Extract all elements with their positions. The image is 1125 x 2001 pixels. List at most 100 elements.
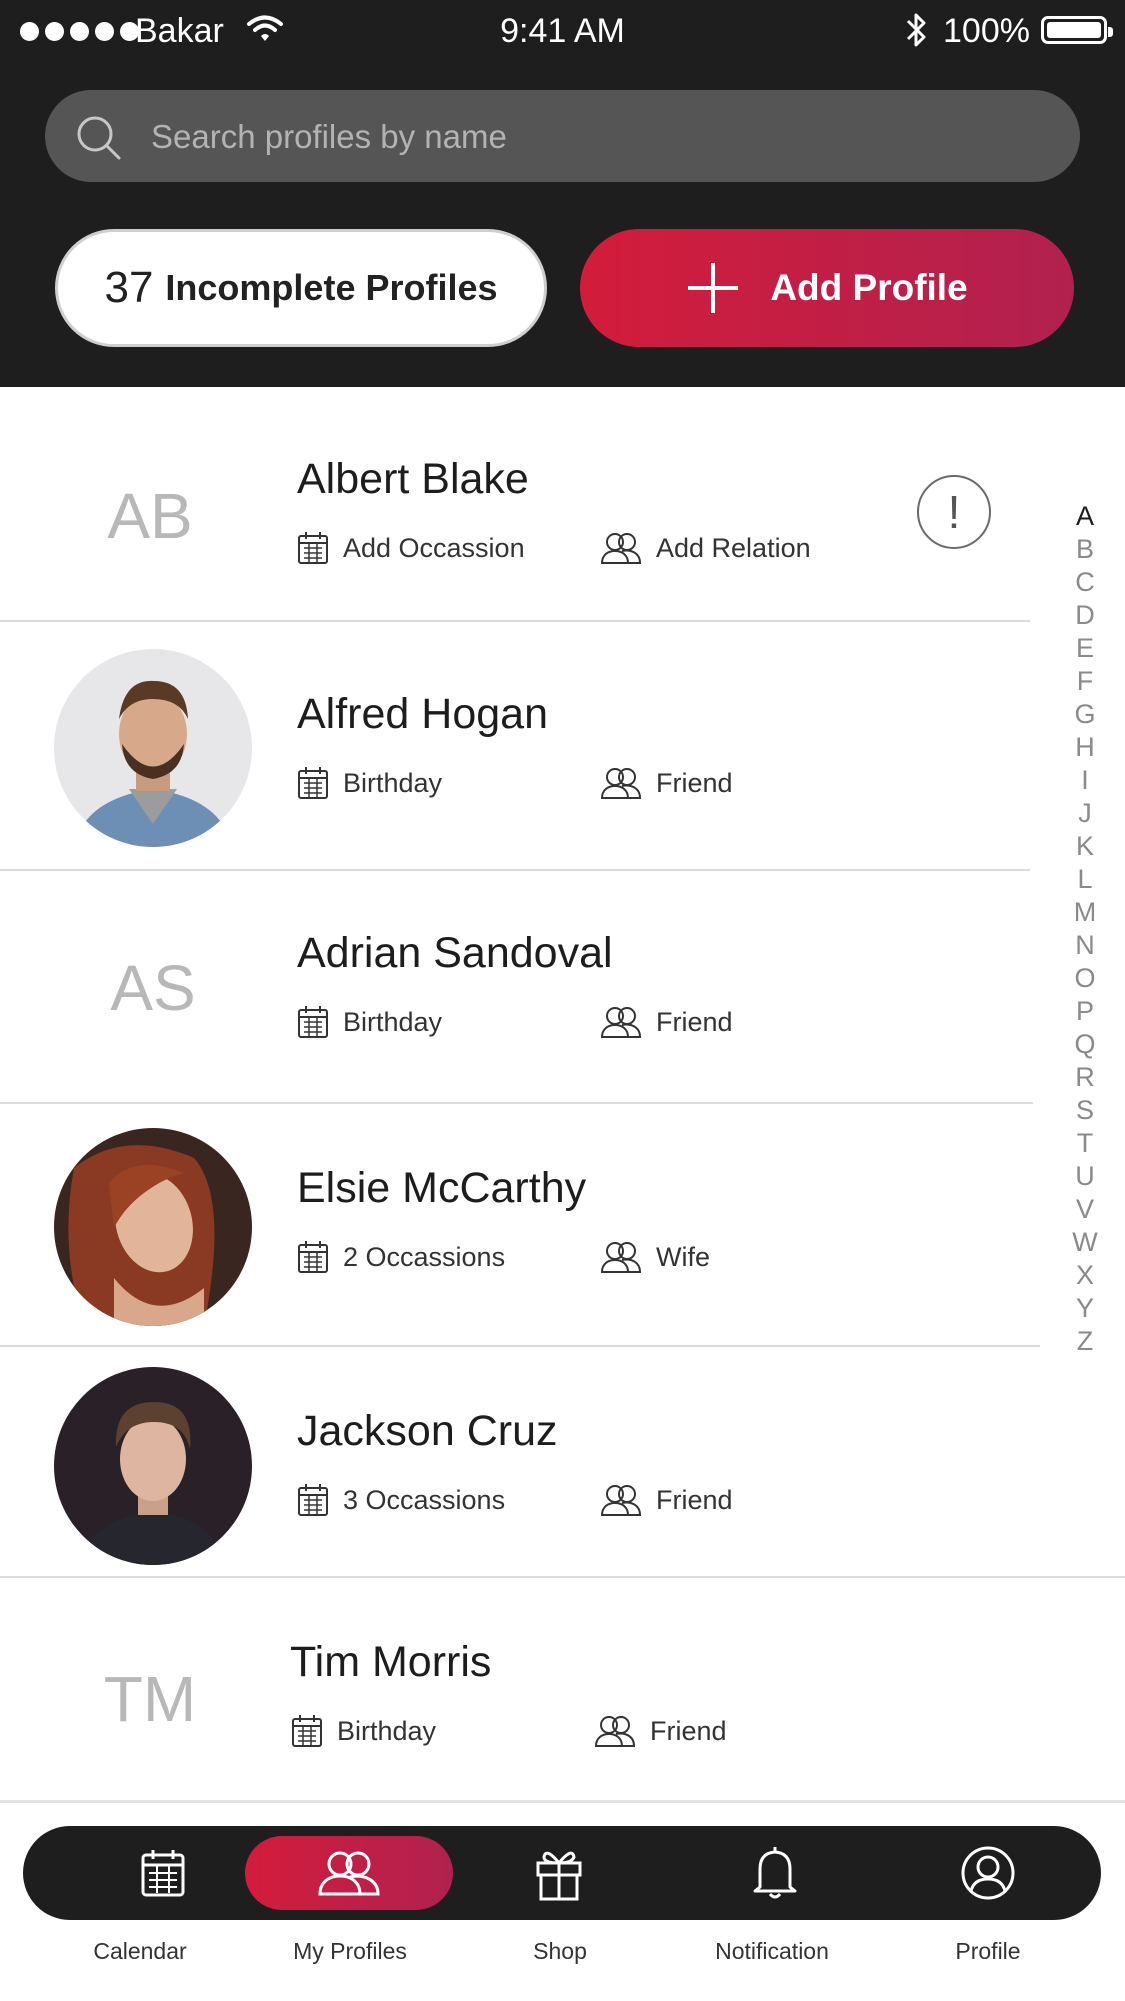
alphabet-letter[interactable]: Y [1070,1292,1100,1325]
occasion-info[interactable]: Birthday [291,1714,436,1748]
alphabet-letter[interactable]: L [1070,863,1100,896]
tab-label-shop[interactable]: Shop [460,1938,660,1965]
profile-name: Jackson Cruz [297,1407,558,1455]
occasion-info[interactable]: Birthday [297,1005,442,1039]
relation-info[interactable]: Add Relation [600,531,811,565]
calendar-icon [298,1484,328,1516]
profile-initials: AB [107,480,193,552]
profile-row[interactable]: AB Albert Blake Add Occassion Add Relati… [0,387,1030,621]
alphabet-letter[interactable]: U [1070,1160,1100,1193]
relation-info[interactable]: Friend [600,1483,733,1517]
profile-row[interactable]: AS Adrian Sandoval Birthday Friend [0,871,1030,1103]
occasion-info[interactable]: 3 Occassions [297,1483,505,1517]
relation-info[interactable]: Friend [594,1714,727,1748]
incomplete-profiles-button[interactable]: 37 Incomplete Profiles [55,229,547,347]
profile-name: Alfred Hogan [297,690,548,738]
relation-text: Wife [656,1241,710,1272]
calendar-icon [141,1850,185,1897]
tab-my-profiles[interactable] [245,1836,453,1910]
alphabet-letter[interactable]: P [1070,995,1100,1028]
alphabet-letter[interactable]: H [1070,731,1100,764]
battery-icon [1041,16,1113,44]
alphabet-letter[interactable]: B [1070,533,1100,566]
profile-name: Albert Blake [297,455,529,503]
tab-label-calendar[interactable]: Calendar [40,1938,240,1965]
calendar-icon [298,1006,328,1038]
tab-label-notification[interactable]: Notification [672,1938,872,1965]
tab-profile[interactable] [918,1826,1058,1920]
alphabet-letter[interactable]: O [1070,962,1100,995]
alphabet-letter[interactable]: G [1070,698,1100,731]
alphabet-letter[interactable]: A [1070,500,1100,533]
profile-row[interactable]: Alfred Hogan Birthday Friend [0,622,1030,870]
occasion-text: 3 Occassions [343,1484,506,1515]
profile-row[interactable]: Jackson Cruz 3 Occassions Friend [0,1347,1125,1577]
alphabet-letter[interactable]: E [1070,632,1100,665]
alphabet-letter[interactable]: J [1070,797,1100,830]
alphabet-letter[interactable]: C [1070,566,1100,599]
alphabet-letter[interactable]: S [1070,1094,1100,1127]
profile-name: Tim Morris [290,1638,492,1686]
search-input[interactable] [149,108,1053,166]
alphabet-letter[interactable]: F [1070,665,1100,698]
relation-info[interactable]: Friend [600,766,733,800]
alphabet-letter[interactable]: V [1070,1193,1100,1226]
relation-text: Friend [650,1715,727,1746]
relation-icon [600,1007,642,1038]
add-profile-label: Add Profile [770,267,968,308]
search-bar[interactable] [45,90,1080,182]
alphabet-letter[interactable]: Q [1070,1028,1100,1061]
alphabet-letter[interactable]: N [1070,929,1100,962]
alphabet-letter[interactable]: R [1070,1061,1100,1094]
alphabet-letter[interactable]: M [1070,896,1100,929]
relation-info[interactable]: Friend [600,1005,733,1039]
incomplete-alert-icon[interactable]: ! [917,475,991,549]
tab-label-my-profiles[interactable]: My Profiles [250,1938,450,1965]
tab-bar [23,1826,1101,1920]
occasion-info[interactable]: Add Occassion [297,531,525,565]
profile-initials: TM [103,1663,197,1735]
calendar-icon [298,1241,328,1273]
occasion-info[interactable]: 2 Occassions [297,1240,505,1274]
alphabet-letter[interactable]: Z [1070,1325,1100,1358]
calendar-icon [298,767,328,799]
relation-text: Friend [656,1006,733,1037]
status-bar: Bakar 9:41 AM 100% [0,0,1125,64]
tabbar-separator [0,1800,1125,1803]
tab-notification[interactable] [705,1826,845,1920]
relation-text: Add Relation [656,532,811,563]
profile-row[interactable]: Elsie McCarthy 2 Occassions Wife [0,1104,1040,1345]
relation-text: Friend [656,767,733,798]
avatar [54,1367,252,1565]
alphabet-index[interactable]: ABCDEFGHIJKLMNOPQRSTUVWXYZ [1070,500,1100,1358]
search-icon [77,116,121,160]
profile-row[interactable]: TM Tim Morris Birthday Friend [0,1578,1125,1800]
incomplete-count: 37 [104,263,154,312]
relation-text: Friend [656,1484,733,1515]
alphabet-letter[interactable]: K [1070,830,1100,863]
avatar [54,649,252,847]
plus-icon [688,263,739,313]
tab-label-profile[interactable]: Profile [888,1938,1088,1965]
alphabet-letter[interactable]: D [1070,599,1100,632]
bell-icon [753,1847,797,1899]
alphabet-letter[interactable]: X [1070,1259,1100,1292]
occasion-text: Birthday [343,767,443,798]
alphabet-letter[interactable]: T [1070,1127,1100,1160]
calendar-icon [298,532,328,564]
gift-icon [536,1851,582,1901]
relation-info[interactable]: Wife [600,1240,710,1274]
profile-initials: AS [110,952,196,1024]
alphabet-letter[interactable]: I [1070,764,1100,797]
occasion-info[interactable]: Birthday [297,766,442,800]
alphabet-letter[interactable]: W [1070,1226,1100,1259]
occasion-text: Birthday [343,1006,443,1037]
profiles-icon [318,1851,380,1896]
bluetooth-icon [902,10,930,59]
add-profile-button[interactable]: Add Profile [580,229,1074,347]
tab-calendar[interactable] [93,1826,233,1920]
incomplete-label: Incomplete Profiles [165,267,498,308]
tab-shop[interactable] [489,1826,629,1920]
avatar [54,1128,252,1326]
user-icon [961,1846,1015,1900]
